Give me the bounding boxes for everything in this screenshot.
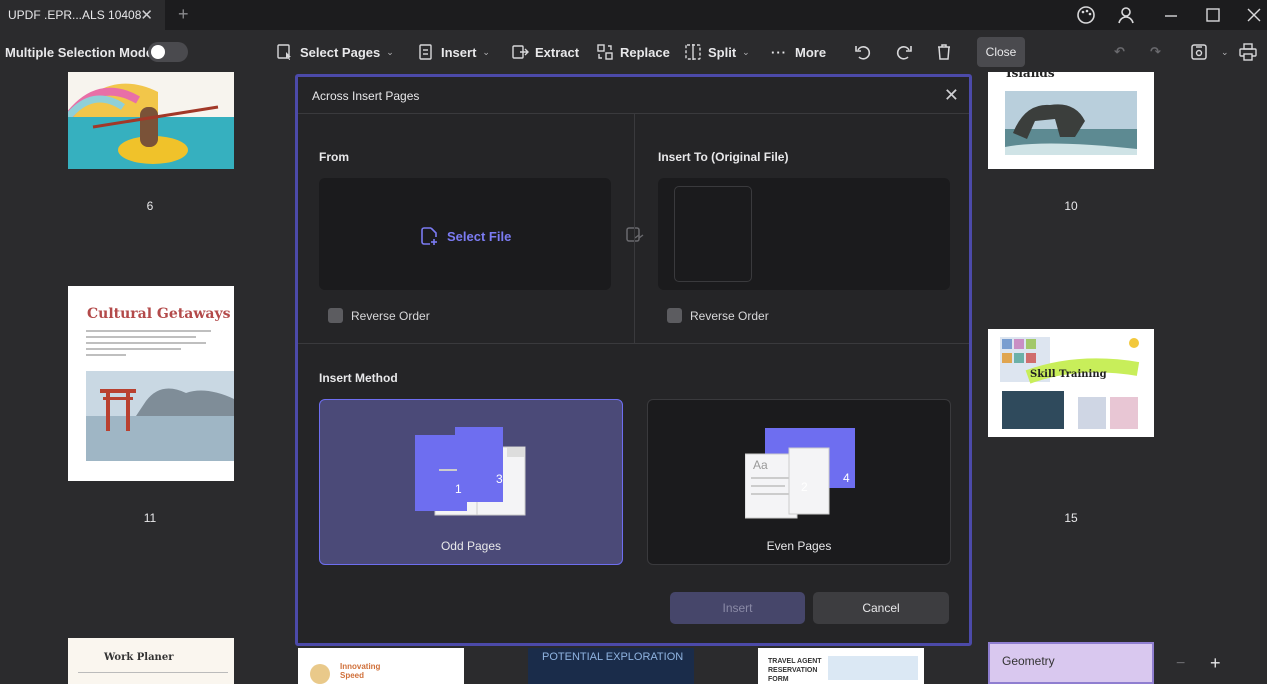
rotate-left-icon[interactable] [853, 42, 879, 62]
page-thumbnail-11[interactable]: Cultural Getaways [68, 286, 234, 481]
page-number-10: 10 [1064, 199, 1078, 213]
account-icon[interactable] [1115, 4, 1137, 26]
zoom-in-icon[interactable]: + [1210, 653, 1221, 674]
select-file-link[interactable]: Select File [419, 226, 511, 246]
page-11-title: Cultural Getaways [87, 306, 231, 322]
multiple-selection-label: Multiple Selection Mode [5, 44, 154, 60]
replace-button[interactable]: Replace [596, 42, 670, 62]
even-pages-option[interactable]: Aa 2 4 Even Pages [647, 399, 951, 565]
reverse-order-from-label: Reverse Order [351, 309, 430, 323]
reverse-order-to-checkbox[interactable] [667, 308, 682, 323]
insert-to-label: Insert To (Original File) [658, 150, 789, 164]
page-thumbnail-10[interactable]: Islands [988, 72, 1154, 169]
odd-pages-option[interactable]: 1 3 Odd Pages [319, 399, 623, 565]
page-19-title: TRAVEL AGENT RESERVATION FORM [768, 658, 822, 683]
replace-icon [597, 44, 613, 60]
insert-button[interactable]: Insert ⌄ [417, 42, 490, 62]
add-file-icon [421, 227, 437, 245]
original-file-preview [658, 178, 950, 290]
close-window-icon[interactable] [1243, 4, 1265, 26]
odd-page-number-1: 1 [455, 482, 462, 496]
from-label: From [319, 150, 349, 164]
page-thumbnail-6[interactable] [68, 72, 234, 169]
reverse-order-to-label: Reverse Order [690, 309, 769, 323]
even-page-number-2: 2 [801, 480, 808, 494]
page-18-title: POTENTIAL EXPLORATION [542, 651, 684, 663]
page-20-title: Geometry [1002, 654, 1055, 668]
even-page-number-4: 4 [843, 471, 850, 485]
title-bar: UPDF .EPR...ALS 10408 ✕ + [0, 0, 1267, 30]
close-tab-icon[interactable]: ✕ [140, 6, 153, 24]
more-icon: ··· [771, 44, 787, 60]
insert-icon [419, 44, 432, 60]
insert-button-dialog[interactable]: Insert [670, 592, 805, 624]
zoom-out-icon[interactable]: − [1176, 655, 1185, 673]
multiple-selection-toggle[interactable] [148, 42, 188, 62]
vertical-divider [634, 113, 635, 343]
document-tab[interactable]: UPDF .EPR...ALS 10408 ✕ [0, 0, 165, 30]
new-tab-icon[interactable]: + [178, 4, 189, 25]
minimize-icon[interactable] [1160, 4, 1182, 26]
insert-method-label: Insert Method [319, 371, 398, 385]
original-page-placeholder [674, 186, 752, 282]
page-thumbnail-18[interactable]: POTENTIAL EXPLORATION [528, 648, 694, 684]
page-number-6: 6 [146, 199, 154, 213]
odd-page-number-3: 3 [496, 472, 503, 486]
cancel-button[interactable]: Cancel [813, 592, 949, 624]
rotate-right-icon[interactable] [894, 42, 920, 62]
select-pages-button[interactable]: Select Pages ⌄ [276, 42, 394, 62]
page-thumbnail-17[interactable]: Innovating Speed [298, 648, 464, 684]
extract-icon [512, 45, 529, 59]
tab-title: UPDF .EPR...ALS 10408 [8, 8, 142, 22]
more-button[interactable]: ··· More [771, 42, 826, 62]
even-pages-label: Even Pages [766, 539, 832, 553]
page-thumbnail-15[interactable]: Skill Training [988, 329, 1154, 437]
page-17-title: Innovating Speed [340, 662, 381, 680]
delete-icon[interactable] [934, 42, 960, 62]
dialog-title: Across Insert Pages [312, 89, 420, 103]
page-15-title: Skill Training [1030, 369, 1107, 380]
even-page-font-sample: Aa [753, 458, 768, 472]
close-button[interactable]: Close [977, 37, 1025, 67]
swap-icon[interactable] [625, 225, 645, 250]
theme-palette-icon[interactable] [1075, 4, 1097, 26]
dialog-close-icon[interactable]: ✕ [944, 85, 959, 106]
print-icon[interactable] [1238, 42, 1264, 62]
split-button[interactable]: Split ⌄ [684, 42, 750, 62]
save-icon[interactable]: ⌄ [1189, 42, 1229, 62]
split-icon [685, 44, 701, 60]
page-thumbnail-19[interactable]: TRAVEL AGENT RESERVATION FORM [758, 648, 924, 684]
odd-pages-illustration-icon [415, 427, 526, 516]
reverse-order-from-checkbox[interactable] [328, 308, 343, 323]
page-number-11: 11 [143, 511, 157, 525]
redo-icon[interactable]: ↷ [1150, 42, 1161, 62]
across-insert-pages-dialog: Across Insert Pages ✕ From Select File R… [295, 74, 972, 646]
page-16-title: Work Planer [104, 652, 174, 663]
page-thumbnail-20[interactable]: Geometry [988, 642, 1154, 684]
extract-button[interactable]: Extract [511, 42, 579, 62]
undo-icon[interactable]: ↶ [1114, 42, 1125, 62]
page-thumbnail-16[interactable]: Work Planer [68, 638, 234, 684]
select-file-dropzone[interactable]: Select File [319, 178, 611, 290]
divider [298, 343, 969, 344]
maximize-icon[interactable] [1202, 4, 1224, 26]
page-number-15: 15 [1064, 511, 1078, 525]
select-pages-icon [277, 44, 291, 60]
page-10-title: Islands [1006, 72, 1055, 80]
odd-pages-label: Odd Pages [440, 539, 502, 553]
